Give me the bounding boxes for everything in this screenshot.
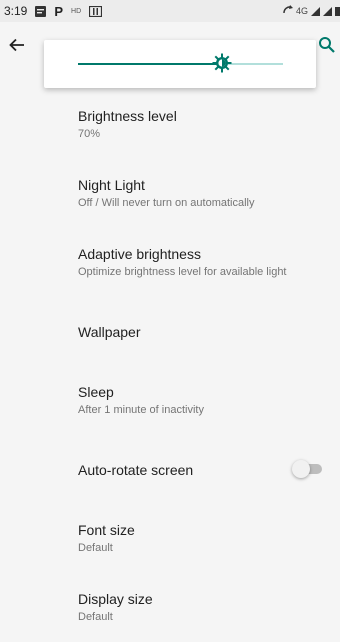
setting-subtitle: After 1 minute of inactivity — [78, 404, 204, 416]
setting-title: Night Light — [78, 177, 145, 193]
setting-sleep[interactable]: Sleep After 1 minute of inactivity — [0, 366, 340, 435]
battery-icon — [335, 6, 340, 16]
status-time: 3:19 — [4, 4, 28, 18]
search-icon[interactable] — [318, 36, 336, 59]
setting-brightness-level[interactable]: Brightness level 70% — [0, 90, 340, 159]
settings-list: Brightness level 70% Night Light Off / W… — [0, 90, 340, 642]
setting-auto-rotate[interactable]: Auto-rotate screen — [0, 435, 340, 504]
setting-title: Font size — [78, 522, 135, 538]
setting-title: Display size — [78, 591, 153, 607]
setting-subtitle: Optimize brightness level for available … — [78, 266, 287, 278]
setting-title: Sleep — [78, 384, 114, 400]
brightness-popup — [44, 40, 316, 88]
signal-arrow-icon — [283, 5, 293, 17]
brightness-slider-fill — [78, 63, 222, 65]
toggle-knob — [292, 460, 310, 478]
auto-rotate-toggle[interactable] — [292, 460, 322, 478]
setting-subtitle: Default — [78, 611, 113, 623]
arrow-back-icon[interactable] — [8, 36, 26, 60]
setting-title: Adaptive brightness — [78, 246, 201, 262]
setting-title: Wallpaper — [78, 323, 141, 340]
setting-subtitle: 70% — [78, 128, 101, 140]
status-bar: 3:19 P HD 4G — [0, 0, 340, 22]
setting-adaptive-brightness[interactable]: Adaptive brightness Optimize brightness … — [0, 228, 340, 297]
setting-subtitle: Off / Will never turn on automatically — [78, 197, 255, 209]
brightness-slider[interactable] — [78, 53, 283, 73]
brightness-thumb[interactable] — [212, 53, 232, 73]
setting-night-light[interactable]: Night Light Off / Will never turn on aut… — [0, 159, 340, 228]
setting-display-size[interactable]: Display size Default — [0, 573, 340, 642]
cell-signal-2-icon — [323, 6, 332, 16]
setting-wallpaper[interactable]: Wallpaper — [0, 297, 340, 366]
setting-title: Brightness level — [78, 108, 177, 124]
p-app-icon: P — [54, 3, 64, 19]
setting-subtitle: Default — [78, 542, 113, 554]
setting-font-size[interactable]: Font size Default — [0, 504, 340, 573]
hd-icon: HD — [71, 7, 82, 15]
network-type: 4G — [295, 6, 308, 16]
media-icon — [89, 5, 103, 17]
notification-icon — [35, 5, 47, 17]
cell-signal-icon — [311, 6, 320, 16]
